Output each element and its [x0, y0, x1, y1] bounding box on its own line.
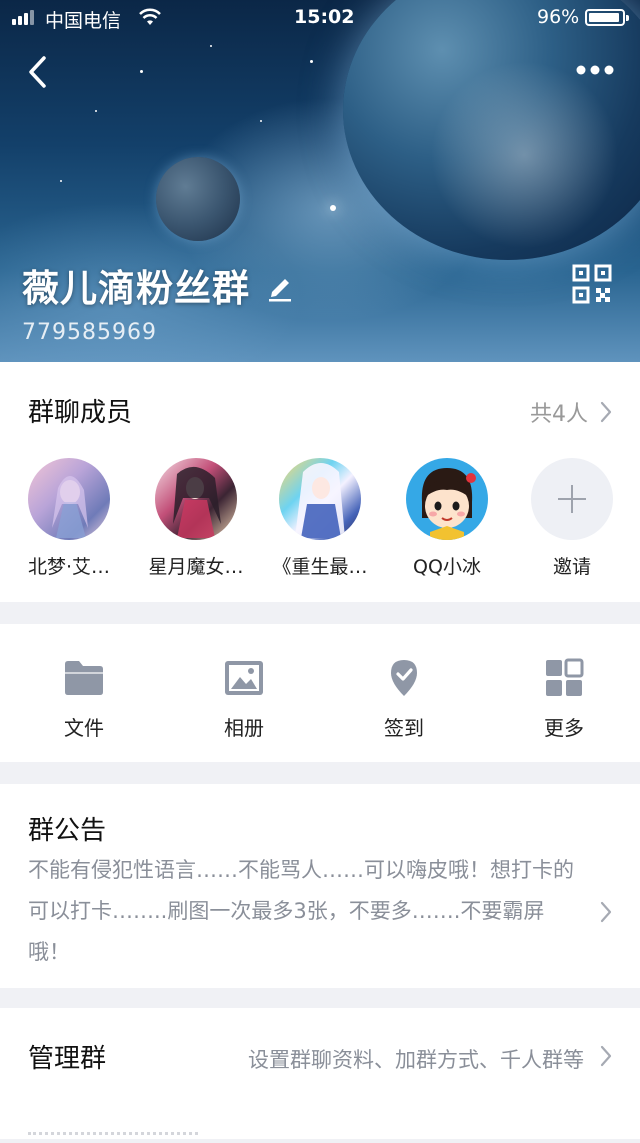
member-item[interactable]: QQ小冰 — [392, 458, 502, 579]
members-title: 群聊成员 — [28, 398, 133, 428]
image-icon — [225, 661, 263, 695]
avatar[interactable] — [406, 458, 488, 540]
tool-checkin[interactable]: 签到 — [354, 658, 454, 741]
planet-image — [343, 0, 640, 260]
folder-icon — [65, 661, 103, 695]
back-button[interactable] — [24, 54, 54, 90]
tool-label: 更多 — [544, 716, 584, 740]
member-name: 《重生最… — [272, 556, 368, 578]
tool-more[interactable]: 更多 — [514, 658, 614, 741]
member-count[interactable]: 共4人 — [530, 396, 588, 428]
member-name: 北梦·艾… — [27, 556, 111, 578]
tool-album[interactable]: 相册 — [194, 658, 294, 741]
chevron-right-icon[interactable] — [599, 900, 613, 924]
member-item[interactable]: 星月魔女… — [141, 458, 251, 579]
status-bar: 中国电信 15:02 96% — [0, 0, 640, 36]
manage-description: 设置群聊资料、加群方式、千人群等 — [248, 1048, 584, 1072]
member-item[interactable]: 《重生最… — [265, 458, 375, 579]
group-id: 779585969 — [22, 320, 157, 345]
grid-icon — [546, 658, 584, 696]
avatar[interactable] — [155, 458, 237, 540]
wifi-icon — [139, 8, 161, 25]
tool-label: 文件 — [64, 716, 104, 740]
qr-code-icon[interactable] — [572, 264, 612, 304]
tool-label: 相册 — [224, 716, 264, 740]
checkin-icon — [391, 660, 417, 696]
group-notice-section[interactable]: 群公告 不能有侵犯性语言……不能骂人……可以嗨皮哦！想打卡的可以打卡……..刷图… — [0, 784, 640, 988]
avatar[interactable] — [279, 458, 361, 540]
avatar[interactable] — [28, 458, 110, 540]
invite-item[interactable]: 邀请 — [517, 458, 627, 579]
clock: 15:02 — [294, 6, 355, 28]
notice-text: 不能有侵犯性语言……不能骂人……可以嗨皮哦！想打卡的可以打卡……..刷图一次最多… — [28, 858, 574, 964]
notice-title: 群公告 — [28, 816, 107, 846]
group-name: 薇儿滴粉丝群 — [22, 267, 250, 310]
chevron-right-icon[interactable] — [599, 1044, 613, 1068]
edit-name-icon[interactable] — [266, 272, 294, 302]
members-section: 群聊成员 共4人 北梦·艾… 星月魔女… 《重生最… QQ小冰 邀请 — [0, 362, 640, 602]
tools-section: 文件 相册 签到 更多 — [0, 624, 640, 762]
member-name: 星月魔女… — [148, 556, 244, 578]
tool-files[interactable]: 文件 — [34, 658, 134, 741]
member-item[interactable]: 北梦·艾… — [14, 458, 124, 579]
next-row-partial — [28, 1132, 198, 1143]
more-options-icon[interactable] — [575, 62, 615, 78]
moon-image — [156, 157, 240, 241]
tool-label: 签到 — [384, 716, 424, 740]
battery-percent: 96% — [537, 6, 580, 28]
chevron-right-icon[interactable] — [599, 400, 613, 424]
invite-label: 邀请 — [552, 556, 591, 578]
manage-group-row[interactable]: 管理群 设置群聊资料、加群方式、千人群等 — [0, 1008, 640, 1139]
signal-icon — [12, 9, 34, 25]
battery-icon — [585, 9, 629, 26]
manage-title: 管理群 — [28, 1044, 107, 1074]
plus-icon[interactable] — [531, 458, 613, 540]
carrier-name: 中国电信 — [45, 10, 122, 32]
member-name: QQ小冰 — [413, 556, 481, 578]
